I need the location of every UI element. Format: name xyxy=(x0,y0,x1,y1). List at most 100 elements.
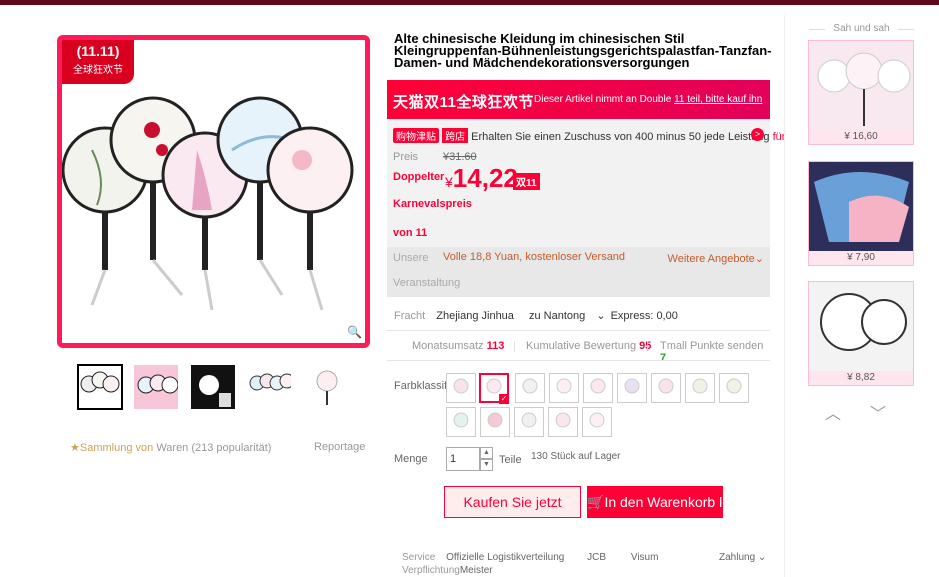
promo-sub-text: Dieser Artikel nimmt an Double 11 teil, … xyxy=(534,94,762,105)
color-swatch-9[interactable] xyxy=(719,373,749,403)
recommend-image-3 xyxy=(809,282,913,372)
service-jcb: JCB xyxy=(587,552,607,563)
thumbnail-strip xyxy=(75,364,355,412)
recommend-price-3: ¥ 8,82 xyxy=(809,371,913,385)
color-swatch-3[interactable] xyxy=(515,373,545,403)
monthly-sales-label: Monatsumsatz xyxy=(412,340,484,352)
recommend-image-2 xyxy=(809,162,913,252)
color-swatch-6[interactable] xyxy=(617,373,647,403)
chevron-right-icon[interactable]: > xyxy=(751,128,764,141)
color-swatch-11[interactable] xyxy=(480,407,510,437)
recommendation-sidebar: Sah und sah ¥ 16,60 ¥ 7,90 ¥ 8,82 ︿ ﹀ xyxy=(784,15,939,577)
thumbnail-4[interactable] xyxy=(246,364,292,410)
double11-badge: (11.11) 全球狂欢节 xyxy=(62,40,134,84)
quantity-input[interactable] xyxy=(446,447,480,471)
commitment-value: Meister xyxy=(459,565,493,576)
color-swatch-5[interactable] xyxy=(583,373,613,403)
carnival-price-label: Karnevalspreis xyxy=(393,198,472,210)
shipping-express: Express: 0,00 xyxy=(610,310,678,322)
coupon-tag: 购物津贴 xyxy=(393,128,439,143)
chevron-up-icon[interactable]: ︿ xyxy=(825,400,841,424)
collect-link[interactable]: ★Sammlung von Waren (213 popularität) xyxy=(70,441,271,454)
color-swatch-2[interactable] xyxy=(479,373,509,404)
recommend-item-2[interactable]: ¥ 7,90 xyxy=(808,161,914,266)
shipping-to: zu Nantong xyxy=(528,310,586,322)
current-price: ¥14,22 xyxy=(445,163,518,194)
recommend-item-3[interactable]: ¥ 8,82 xyxy=(808,281,914,386)
sidebar-nav: ︿ ﹀ xyxy=(825,400,905,423)
promo-sub-link[interactable]: 11 teil, bitte kauf ihn xyxy=(674,94,762,105)
thumbnail-5[interactable] xyxy=(303,364,349,410)
color-swatch-4[interactable] xyxy=(549,373,579,403)
payment-label: Zahlung xyxy=(719,552,756,563)
from-11-label: von 11 xyxy=(393,227,428,239)
quantity-increase-button[interactable]: ▲ xyxy=(480,447,493,459)
our-label: Unsere xyxy=(393,252,429,264)
service-row-2: VerpflichtungMeister xyxy=(402,565,493,576)
thumbnail-3[interactable] xyxy=(190,364,236,410)
shipping-to-select[interactable]: zu Nantong ⌄ xyxy=(521,310,606,322)
badge-bottom-text: 全球狂欢节 xyxy=(73,65,123,76)
price-panel: 购物津贴 跨店 Erhalten Sie einen Zuschuss von … xyxy=(387,119,785,297)
chevron-down-icon: ⌄ xyxy=(757,552,767,563)
divider: | xyxy=(646,340,649,352)
thumbnail-1[interactable] xyxy=(77,364,123,410)
main-product-image[interactable]: (11.11) 全球狂欢节 🔍 xyxy=(57,35,370,348)
coupon-text: Erhalten Sie einen Zuschuss von 400 minu… xyxy=(471,131,770,143)
sidebar-title: Sah und sah xyxy=(809,23,914,34)
badge-top-text: (11.11) xyxy=(76,43,120,59)
color-swatch-8[interactable] xyxy=(685,373,715,403)
report-link[interactable]: Reportage xyxy=(314,441,365,453)
shipping-from: Zhejiang Jinhua xyxy=(436,310,514,322)
collect-label: Sammlung von xyxy=(79,442,154,454)
color-swatches xyxy=(446,373,766,437)
promo-main-text: 天猫双11全球狂欢节 xyxy=(393,94,534,111)
service-label: Service xyxy=(402,552,436,563)
zoom-icon[interactable]: 🔍 xyxy=(347,325,362,339)
cart-icon: 🛒 xyxy=(587,494,605,510)
divider xyxy=(387,360,770,361)
payment-dropdown[interactable]: Zahlung ⌄ xyxy=(719,552,766,563)
chevron-down-icon[interactable]: ﹀ xyxy=(870,400,886,424)
thumbnail-2[interactable] xyxy=(133,364,179,410)
chevron-down-icon: ⌄ xyxy=(596,310,606,322)
recommend-item-1[interactable]: ¥ 16,60 xyxy=(808,40,914,145)
service-logistics: Offizielle Logistikverteilung xyxy=(446,552,565,563)
tmall-points-label: Tmall Punkte senden xyxy=(660,340,764,352)
color-swatch-10[interactable] xyxy=(446,407,476,437)
promotion-row: Unsere Volle 18,8 Yuan, kostenloser Vers… xyxy=(387,247,770,297)
buy-now-button[interactable]: Kaufen Sie jetzt xyxy=(444,486,581,518)
tmall-points-value: 7 xyxy=(660,352,667,364)
add-to-cart-label: In den Warenkorb legen xyxy=(604,494,723,510)
currency-symbol: ¥ xyxy=(445,174,453,190)
color-swatch-13[interactable] xyxy=(548,407,578,437)
add-to-cart-button[interactable]: 🛒In den Warenkorb legen xyxy=(587,486,723,518)
quantity-unit: Teile xyxy=(499,454,522,466)
color-swatch-1[interactable] xyxy=(446,373,476,403)
cross-store-tag: 跨店 xyxy=(442,128,469,143)
color-swatch-7[interactable] xyxy=(651,373,681,403)
double11-tag: 双11 xyxy=(513,173,540,190)
shipping-label: Fracht xyxy=(394,310,426,322)
reviews-link[interactable]: Kumulative Bewertung 95 xyxy=(526,340,651,352)
original-price: ¥31.60 xyxy=(443,151,477,163)
commitment-label: Verpflichtung xyxy=(402,565,460,576)
chevron-down-icon: ⌄ xyxy=(754,253,764,265)
more-offers-link[interactable]: Weitere Angebote⌄ xyxy=(668,252,764,265)
star-icon: ★ xyxy=(70,442,80,454)
color-swatch-12[interactable] xyxy=(514,407,544,437)
price-label: Preis xyxy=(393,151,419,163)
shipping-row: Fracht Zhejiang Jinhua zu Nantong ⌄ Expr… xyxy=(394,309,678,322)
monthly-sales-value: 113 xyxy=(486,340,505,352)
recommend-price-2: ¥ 7,90 xyxy=(809,251,913,265)
coupon-row: 购物津贴 跨店 Erhalten Sie einen Zuschuss von … xyxy=(393,128,785,143)
color-swatch-14[interactable] xyxy=(582,407,612,437)
stock-info: 130 Stück auf Lager xyxy=(531,451,621,462)
promo-banner[interactable]: 天猫双11全球狂欢节 Dieser Artikel nimmt an Doubl… xyxy=(387,80,770,119)
fans-illustration xyxy=(62,96,354,311)
monthly-sales: Monatsumsatz 113 xyxy=(412,340,504,352)
collect-count: Waren (213 popularität) xyxy=(156,442,272,454)
recommend-price-1: ¥ 16,60 xyxy=(809,130,913,144)
quantity-decrease-button[interactable]: ▼ xyxy=(480,459,493,471)
divider: | xyxy=(513,340,516,352)
